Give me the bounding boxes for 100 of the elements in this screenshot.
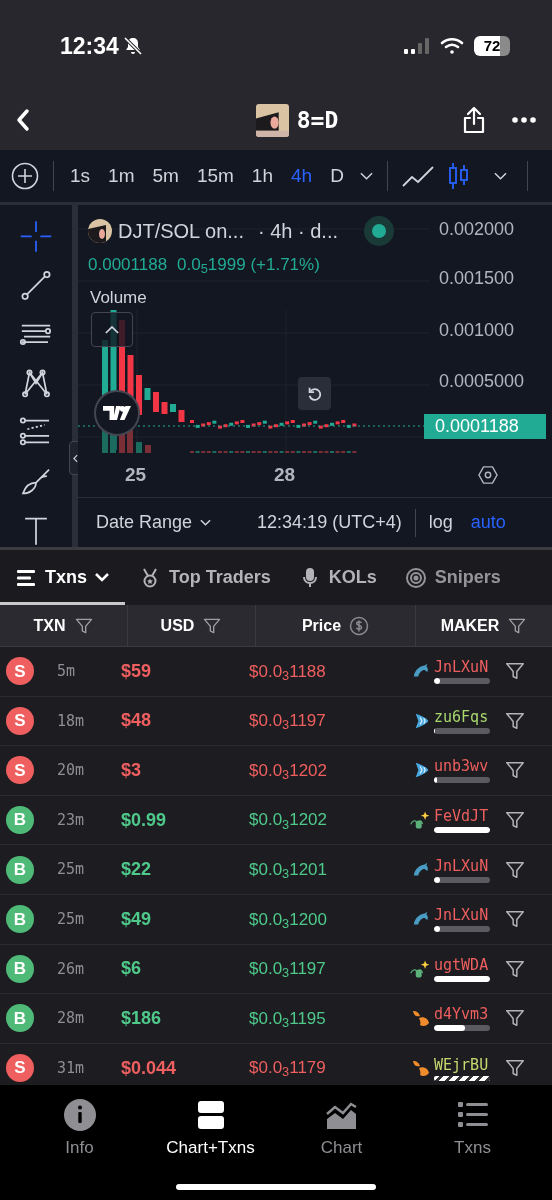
- price-cell-text: $0.0$_{3}$1202: [249, 809, 328, 833]
- bottom-nav-tab[interactable]: Chart+Txns: [150, 1097, 271, 1161]
- age-cell-text: 28m: [57, 1008, 86, 1030]
- reset-button[interactable]: [298, 377, 331, 410]
- usd-cell-text: $3: [121, 759, 143, 782]
- maker-link[interactable]: ugtWDA: [434, 955, 490, 974]
- timeframe-tab[interactable]: 15m: [196, 161, 234, 191]
- maker-link[interactable]: WEjrBU: [434, 1055, 490, 1074]
- bottom-nav-tab[interactable]: Txns: [412, 1097, 533, 1161]
- battery-indicator: 72: [474, 36, 510, 56]
- usd-cell-text: $48: [121, 709, 153, 733]
- price-cell-text: $0.0$_{3}$1202: [249, 759, 328, 784]
- side-badge: B: [6, 855, 34, 884]
- holding-bar: [434, 876, 490, 883]
- maker-link[interactable]: zu6Fqs: [434, 707, 490, 726]
- usd-cell-text: $22: [121, 858, 153, 882]
- price-axis-label: 0.0005000: [438, 370, 526, 394]
- price-cell-text: $0.0$_{3}$1197: [249, 958, 327, 982]
- holding-bar: [434, 1025, 490, 1032]
- chart-clock: 12:34:19 (UTC+4): [257, 511, 402, 534]
- price-cell-text: $0.0$_{3}$1188: [249, 660, 327, 685]
- add-icon[interactable]: [11, 162, 39, 190]
- settings-icon[interactable]: [478, 466, 498, 484]
- bottom-nav-tab[interactable]: Chart: [281, 1097, 402, 1161]
- column-header[interactable]: TXN: [0, 605, 128, 646]
- side-badge: B: [6, 806, 34, 835]
- status-time: 12:34: [60, 31, 119, 61]
- age-cell-text: 23m: [57, 809, 86, 831]
- candle: [144, 388, 151, 400]
- volume-bar: [145, 445, 151, 453]
- date-range-dropdown[interactable]: Date Range: [96, 509, 212, 536]
- share-icon[interactable]: [462, 106, 486, 134]
- candle: [170, 404, 176, 412]
- line-chart-icon[interactable]: [401, 164, 434, 188]
- scale-toggle[interactable]: auto: [470, 509, 506, 536]
- side-badge: S: [6, 1054, 34, 1083]
- time-axis-label: 28: [274, 462, 296, 487]
- holding-bar: [434, 727, 490, 734]
- timeframe-tab[interactable]: 1m: [108, 161, 135, 191]
- chart-symbol: DJT/SOL on...: [118, 219, 244, 244]
- age-cell-text: 31m: [57, 1057, 86, 1079]
- maker-link[interactable]: unb3wv: [434, 757, 490, 776]
- chevron-down-icon[interactable]: [493, 172, 507, 180]
- section-tab[interactable]: Snipers: [390, 553, 515, 605]
- age-cell-text: 25m: [57, 909, 86, 930]
- column-header[interactable]: Price: [256, 605, 416, 646]
- column-header[interactable]: MAKER: [416, 605, 552, 646]
- maker-link[interactable]: JnLXuN: [434, 658, 490, 677]
- holding-bar: [434, 1075, 490, 1081]
- maker-link[interactable]: JnLXuN: [434, 856, 490, 875]
- age-cell-text: 25m: [57, 859, 86, 881]
- timeframe-tab[interactable]: 4h: [291, 161, 313, 191]
- price-tag: 0.0001188: [424, 414, 546, 439]
- chevron-down-icon: [200, 519, 212, 526]
- more-icon[interactable]: [512, 117, 536, 123]
- chevron-down-icon[interactable]: [359, 172, 373, 180]
- usd-cell-text: $186: [121, 1006, 163, 1030]
- holding-bar: [434, 678, 490, 685]
- column-header[interactable]: USD: [128, 605, 256, 646]
- scale-toggle[interactable]: log: [428, 509, 453, 536]
- price-axis-label: 0.002000: [438, 217, 516, 241]
- holding-bar: [434, 975, 490, 982]
- maker-link[interactable]: FeVdJT: [434, 807, 490, 826]
- side-badge: B: [6, 1004, 34, 1033]
- target-icon: [404, 566, 427, 589]
- chart-interval: · 4h · d...: [257, 219, 338, 244]
- dollar-circle-icon[interactable]: [349, 615, 370, 636]
- price-axis-label: 0.001000: [438, 318, 516, 342]
- timeframe-tab[interactable]: 5m: [152, 161, 179, 191]
- age-cell-text: 20m: [57, 760, 86, 782]
- price-cell-text: $0.0$_{3}$1179: [249, 1057, 327, 1081]
- timeframe-tab[interactable]: 1h: [251, 161, 273, 191]
- candle: [178, 410, 185, 422]
- maker-link[interactable]: d4Yvm3: [434, 1005, 490, 1024]
- timeframe-tab[interactable]: 1s: [70, 161, 91, 191]
- price-cell-text: $0.0$_{3}$1200: [249, 908, 328, 932]
- volume-label: Volume: [90, 287, 147, 309]
- logo-icon: [94, 390, 140, 436]
- price-cell-text: $0.0$_{3}$1195: [249, 1007, 327, 1032]
- maker-link[interactable]: JnLXuN: [434, 906, 490, 925]
- section-tab[interactable]: KOLs: [284, 553, 391, 605]
- age-cell-text: 26m: [57, 958, 86, 980]
- wifi-icon: [440, 37, 464, 55]
- price-cell-text: $0.0$_{3}$1201: [249, 858, 328, 883]
- side-badge: S: [6, 756, 34, 785]
- age-cell-text: 5m: [57, 661, 77, 683]
- usd-cell-text: $59: [121, 659, 153, 683]
- usd-cell-text: $0.044: [121, 1056, 178, 1080]
- side-badge: B: [6, 905, 34, 934]
- candle: [161, 402, 168, 414]
- chevron-left-icon: [16, 108, 30, 132]
- section-tab[interactable]: Top Traders: [125, 553, 285, 605]
- usd-cell-text: $0.99: [121, 808, 168, 832]
- crosshair-icon[interactable]: [18, 219, 54, 254]
- chart-price: 0.0001188: [88, 254, 168, 276]
- timeframe-tab[interactable]: D: [330, 161, 344, 191]
- info-icon: [61, 1097, 98, 1133]
- collapse-button[interactable]: [91, 312, 133, 347]
- bottom-nav-tab[interactable]: Info: [19, 1097, 140, 1161]
- candles-icon[interactable]: [447, 162, 470, 190]
